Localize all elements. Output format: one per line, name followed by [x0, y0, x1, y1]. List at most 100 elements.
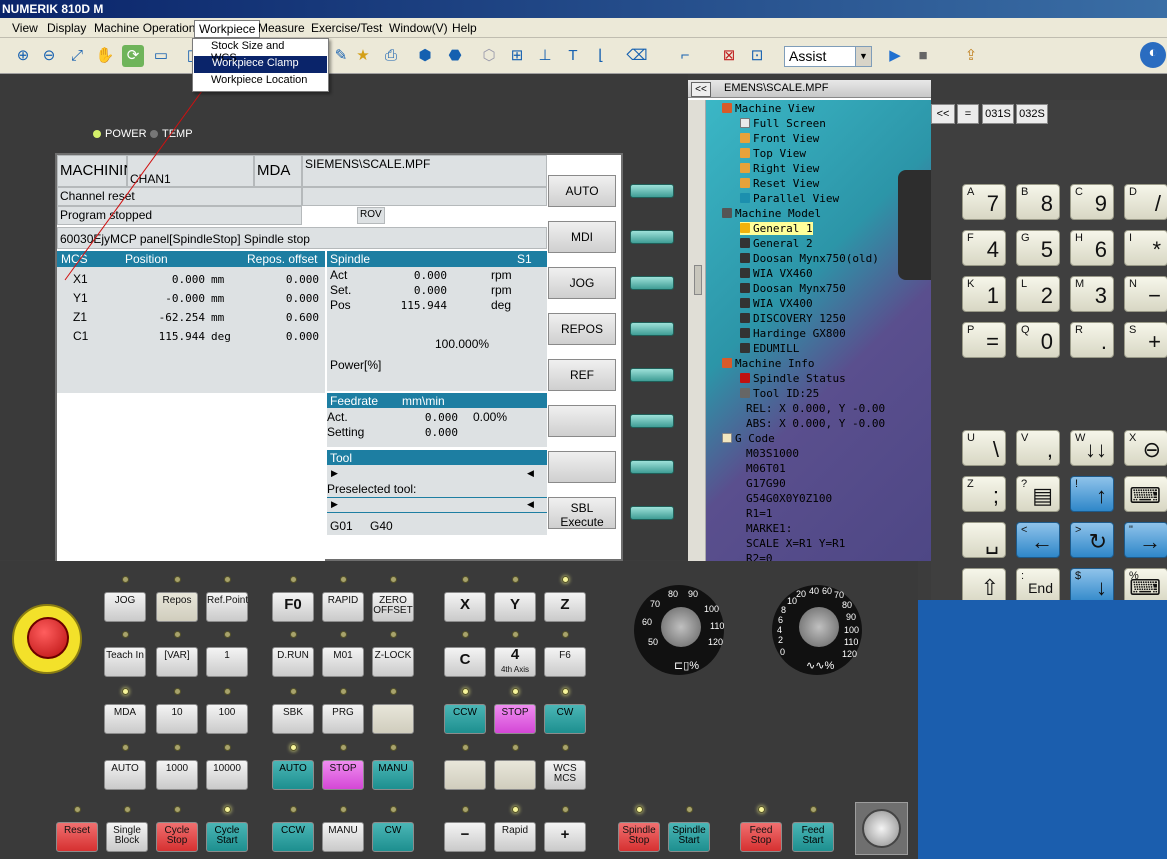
side-button[interactable]	[630, 460, 674, 474]
softkey-blank-2[interactable]	[548, 451, 616, 483]
minus-button[interactable]: −	[444, 822, 486, 852]
chevron-down-icon[interactable]: ▼	[855, 47, 871, 66]
increment-10000-button[interactable]: 10000	[206, 760, 248, 790]
keypad-key[interactable]: > ↻	[1070, 522, 1114, 558]
keypad-key[interactable]: D /	[1124, 184, 1167, 220]
tree-node[interactable]: WIA VX460	[740, 267, 813, 280]
keypad-collapse-tab[interactable]: <<	[931, 104, 955, 124]
keypad-key[interactable]: ! ↑	[1070, 476, 1114, 512]
tree-node[interactable]: SCALE X=R1 Y=R1	[746, 537, 845, 550]
cycle-stop-button[interactable]: Cycle Stop	[156, 822, 198, 852]
tree-node[interactable]: G54G0X0Y0Z100	[746, 492, 832, 505]
zoom-fit-icon[interactable]: ⤢	[66, 45, 88, 67]
tree-node[interactable]: M06T01	[746, 462, 786, 475]
stop-mode-button[interactable]: STOP	[322, 760, 364, 790]
single-block-button[interactable]: Single Block	[106, 822, 148, 852]
dry-run-button[interactable]: D.RUN	[272, 647, 314, 677]
cube-solid-icon[interactable]: ⬣	[444, 45, 466, 67]
tree-node[interactable]: General 1	[740, 222, 813, 235]
mode-select[interactable]: Assist ▼	[784, 46, 872, 67]
side-button[interactable]	[630, 230, 674, 244]
tree-node[interactable]: R1=1	[746, 507, 773, 520]
coolant-manu-button[interactable]: MANU	[322, 822, 364, 852]
mda-button[interactable]: MDA	[104, 704, 146, 734]
auto-button[interactable]: AUTO	[104, 760, 146, 790]
keypad-key[interactable]: C9	[1070, 184, 1114, 220]
probe-icon[interactable]: ⌐	[674, 45, 696, 67]
increment-100-button[interactable]: 100	[206, 704, 248, 734]
keypad-key[interactable]: R.	[1070, 322, 1114, 358]
keypad-key[interactable]: K1	[962, 276, 1006, 312]
softkey-ref[interactable]: REF	[548, 359, 616, 391]
tree-node[interactable]: Top View	[740, 147, 806, 160]
tree-node[interactable]: ABS: X 0.000, Y -0.00	[746, 417, 885, 430]
keypad-key[interactable]: A7	[962, 184, 1006, 220]
sim-scrollbar[interactable]	[688, 100, 706, 561]
keypad-key[interactable]: B8	[1016, 184, 1060, 220]
refresh-icon[interactable]: ⟳	[122, 45, 144, 67]
f6-button[interactable]: F6	[544, 647, 586, 677]
tree-node[interactable]: MARKE1:	[746, 522, 792, 535]
keypad-key[interactable]: L2	[1016, 276, 1060, 312]
tree-node[interactable]: WIA VX400	[740, 297, 813, 310]
softkey-blank-1[interactable]	[548, 405, 616, 437]
increment-1000-button[interactable]: 1000	[156, 760, 198, 790]
tree-node[interactable]: Parallel View	[740, 192, 839, 205]
select-box-icon[interactable]: ▭	[150, 45, 172, 67]
tree-node[interactable]: DISCOVERY 1250	[740, 312, 846, 325]
keypad-key[interactable]: " →	[1124, 522, 1167, 558]
var-button[interactable]: [VAR]	[156, 647, 198, 677]
keypad-key[interactable]: < ←	[1016, 522, 1060, 558]
keypad-key[interactable]: % ⌨	[1124, 568, 1167, 604]
tree-node[interactable]: G17G90	[746, 477, 786, 490]
blank-button[interactable]	[372, 704, 414, 734]
x-axis-button[interactable]: X	[444, 592, 486, 622]
coolant-cw-button[interactable]: CW	[372, 822, 414, 852]
repos-button[interactable]: Repos	[156, 592, 198, 622]
coolant-ccw-button[interactable]: CCW	[272, 822, 314, 852]
prg-button[interactable]: PRG	[322, 704, 364, 734]
keypad-key[interactable]: Z;	[962, 476, 1006, 512]
key-switch[interactable]	[855, 802, 908, 855]
keypad-key[interactable]: ␣	[962, 522, 1006, 558]
tree-node[interactable]: Right View	[740, 162, 819, 175]
zoom-out-icon[interactable]: ⊖	[38, 45, 60, 67]
zero-offset-button[interactable]: ZERO OFFSET	[372, 592, 414, 622]
menu-workpiece[interactable]: Workpiece	[194, 20, 261, 38]
keypad-key[interactable]: ? ▤	[1016, 476, 1060, 512]
edit-icon[interactable]: ✎	[330, 45, 352, 67]
keypad-key[interactable]: H6	[1070, 230, 1114, 266]
keypad-key[interactable]: X ⊖	[1124, 430, 1167, 466]
wcs-mcs-button[interactable]: WCS MCS	[544, 760, 586, 790]
softkey-mdi[interactable]: MDI	[548, 221, 616, 253]
keypad-key[interactable]: : End	[1016, 568, 1060, 604]
menu-display[interactable]: Display	[43, 20, 90, 36]
keypad-key[interactable]: Q0	[1016, 322, 1060, 358]
tree-node[interactable]: Machine View	[722, 102, 814, 115]
keypad-key[interactable]: ⌨	[1124, 476, 1167, 512]
spindle-cw-button[interactable]: CW	[544, 704, 586, 734]
print-icon[interactable]: ⎙	[380, 45, 402, 67]
tool-icon[interactable]: T	[562, 45, 584, 67]
rapid-button[interactable]: RAPID	[322, 592, 364, 622]
eraser-icon[interactable]: ⌫	[626, 45, 648, 67]
softkey-jog[interactable]: JOG	[548, 267, 616, 299]
keypad-key[interactable]: ⇧	[962, 568, 1006, 604]
step-icon[interactable]: ⊡	[746, 45, 768, 67]
dial-knob[interactable]	[661, 607, 701, 647]
side-button[interactable]	[630, 184, 674, 198]
tree-node[interactable]: Reset View	[740, 177, 819, 190]
side-button[interactable]	[630, 368, 674, 382]
softkey-auto[interactable]: AUTO	[548, 175, 616, 207]
keypad-key[interactable]: M3	[1070, 276, 1114, 312]
keypad-key[interactable]: V,	[1016, 430, 1060, 466]
tool-length-icon[interactable]: ⊥	[534, 45, 556, 67]
keypad-key[interactable]: F4	[962, 230, 1006, 266]
feed-stop-button[interactable]: Feed Stop	[740, 822, 782, 852]
star-icon[interactable]: ★	[352, 45, 374, 67]
increment-10-button[interactable]: 10	[156, 704, 198, 734]
keypad-equals-tab[interactable]: =	[957, 104, 979, 124]
spindle-override-dial[interactable]: 50 60 70 80 90 100 110 120 ⊏▯%	[634, 585, 724, 675]
menu-help[interactable]: Help	[448, 20, 481, 36]
tree-node[interactable]: Tool ID:25	[740, 387, 819, 400]
